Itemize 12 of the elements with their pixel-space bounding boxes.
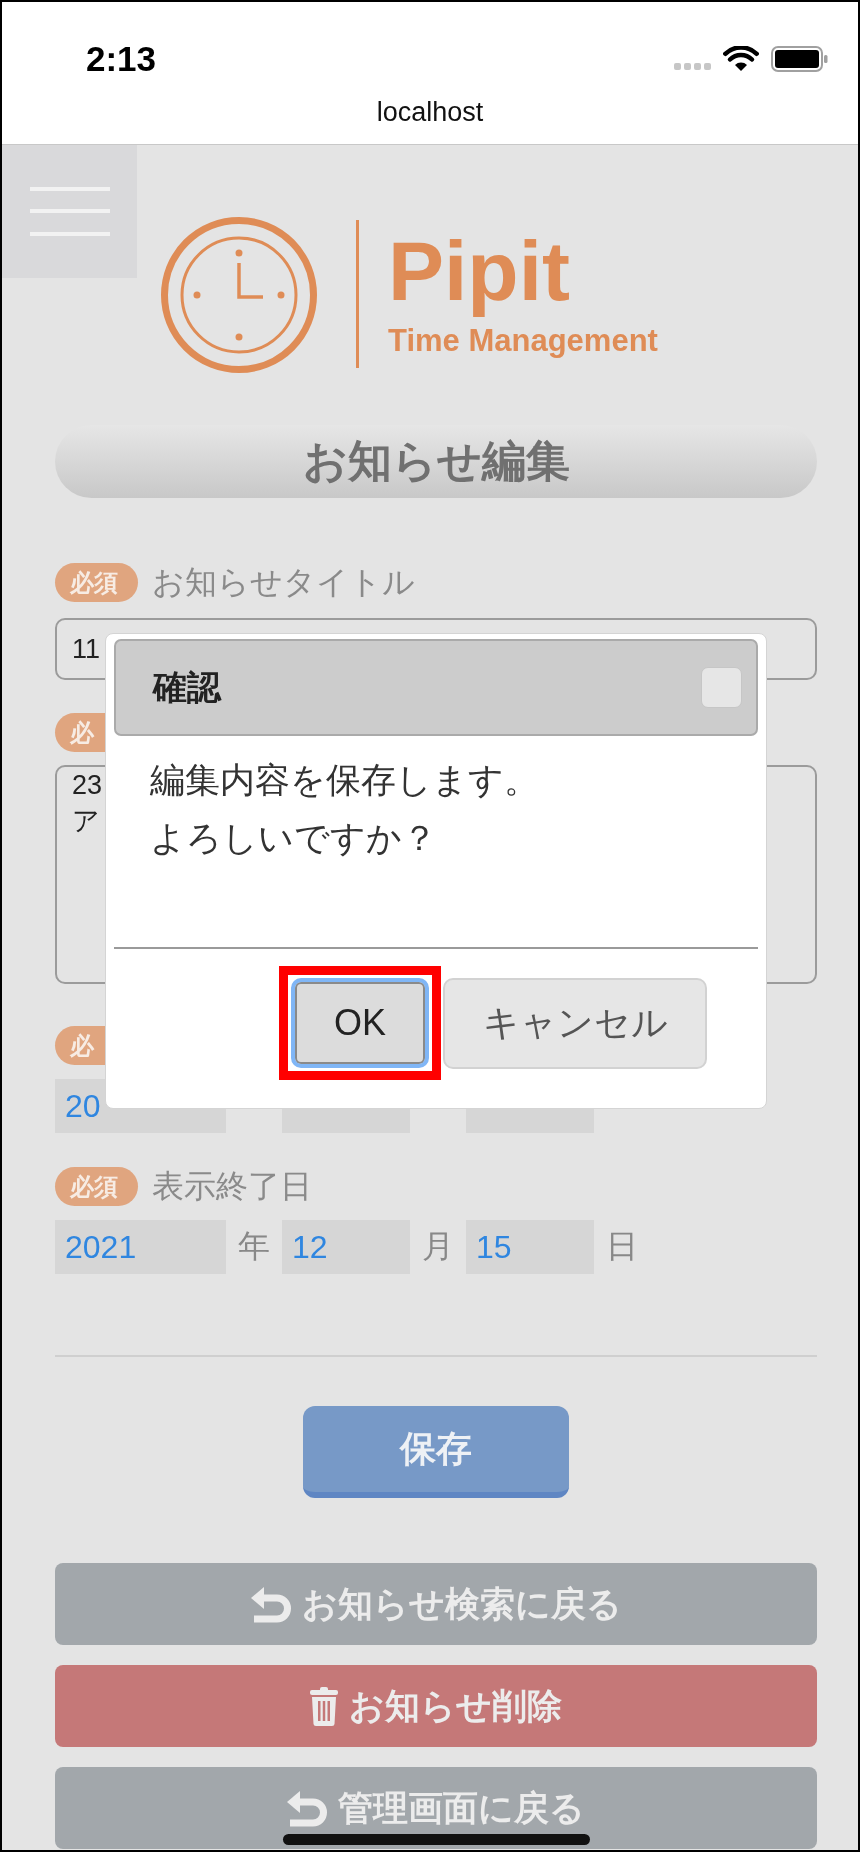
dialog-message-line: 編集内容を保存します。 (150, 759, 539, 801)
unit-label: 月 (422, 1227, 454, 1266)
dialog-title: 確認 (153, 666, 221, 708)
field-label: 表示終了日 (152, 1167, 312, 1206)
dialog-message-line: よろしいですか？ (150, 817, 437, 859)
status-time: 2:13 (86, 39, 157, 79)
logo-tagline: Time Management (388, 325, 658, 356)
required-badge: 必須 (55, 1167, 138, 1206)
unit-label: 年 (238, 1227, 270, 1266)
field-label: お知らせタイトル (152, 563, 415, 602)
required-badge: 必須 (55, 563, 138, 602)
unit-label: 日 (606, 1227, 638, 1266)
